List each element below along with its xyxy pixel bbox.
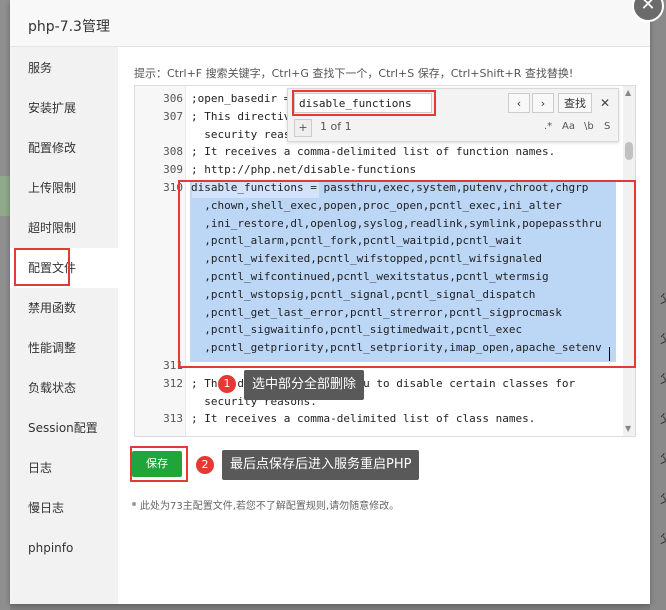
sidebar-item[interactable]: 服务	[10, 48, 118, 88]
highlight-sidebar-config	[14, 248, 70, 286]
highlight-selection	[178, 180, 636, 368]
annotation-badge: 2	[196, 456, 214, 474]
sidebar-item[interactable]: 安装扩展	[10, 88, 118, 128]
backdrop-glyph: 父	[660, 450, 666, 467]
dialog-title: php-7.3管理	[28, 19, 110, 35]
shortcut-tip: 提示：Ctrl+F 搜索关键字，Ctrl+G 查找下一个，Ctrl+S 保存，C…	[134, 67, 574, 80]
line-number: 312	[163, 377, 183, 390]
backdrop-glyph: 父	[660, 370, 666, 387]
annotation-badge: 1	[218, 375, 236, 393]
code-line: ;open_basedir =	[191, 92, 291, 105]
sidebar-item[interactable]: 性能调整	[10, 328, 118, 368]
dialog-titlebar: php-7.3管理	[10, 0, 650, 47]
line-number: 313	[163, 412, 183, 425]
scroll-down-icon[interactable]: ▼	[625, 424, 631, 433]
code-line: ; It receives a comma-delimited list of …	[191, 145, 556, 158]
code-line: ; It receives a comma-delimited list of …	[191, 412, 536, 425]
line-number: 307	[163, 110, 183, 123]
sidebar-item[interactable]: Session配置	[10, 408, 118, 448]
sidebar-item[interactable]: 超时限制	[10, 208, 118, 248]
backdrop-glyph: 父	[660, 530, 666, 547]
sidebar: 服务 安装扩展 配置修改 上传限制 超时限制 配置文件 禁用函数 性能调整 负载状态 Sessio…	[10, 47, 118, 604]
backdrop-glyph: 父	[660, 490, 666, 507]
find-search-button[interactable]: 查找	[558, 93, 592, 113]
backdrop-left-strip	[0, 0, 10, 610]
line-number: 306	[163, 92, 183, 105]
scroll-thumb[interactable]	[625, 142, 633, 160]
scroll-up-icon[interactable]: ▲	[625, 88, 631, 97]
line-number: 309	[163, 163, 183, 176]
find-match-count: 1 of 1	[320, 120, 352, 133]
find-toggle-replace[interactable]: +	[294, 119, 312, 137]
sidebar-item[interactable]: 配置修改	[10, 128, 118, 168]
regex-option[interactable]: .*	[544, 119, 552, 135]
highlight-find-input	[292, 90, 436, 116]
note-bullet	[132, 502, 136, 506]
sidebar-item[interactable]: 禁用函数	[10, 288, 118, 328]
find-prev-button[interactable]: ‹	[508, 93, 530, 113]
sidebar-item[interactable]: 上传限制	[10, 168, 118, 208]
annotation-callout: 最后点保存后进入服务重启PHP	[222, 450, 420, 480]
annotation-callout: 选中部分全部删除	[244, 370, 365, 400]
backdrop-glyph: 父	[660, 330, 666, 347]
selection-option[interactable]: S	[604, 119, 610, 135]
case-option[interactable]: Aa	[562, 119, 575, 135]
line-number: 310	[163, 181, 183, 194]
sidebar-item[interactable]: 慢日志	[10, 488, 118, 528]
sidebar-item[interactable]: 日志	[10, 448, 118, 488]
sidebar-item[interactable]: 负载状态	[10, 368, 118, 408]
config-note: 此处为73主配置文件,若您不了解配置规则,请勿随意修改。	[140, 501, 400, 512]
sidebar-item[interactable]: phpinfo	[10, 528, 118, 568]
find-close-icon[interactable]: ✕	[600, 93, 610, 113]
backdrop-glyph: 父	[660, 410, 666, 427]
find-next-button[interactable]: ›	[532, 93, 554, 113]
word-option[interactable]: \b	[584, 119, 594, 135]
line-number: 311	[163, 359, 183, 372]
line-number: 308	[163, 145, 183, 158]
backdrop-glyph: 父	[660, 290, 666, 307]
backdrop-band	[0, 176, 10, 216]
code-line: ; http://php.net/disable-functions	[191, 163, 417, 176]
highlight-save-button	[130, 446, 188, 482]
